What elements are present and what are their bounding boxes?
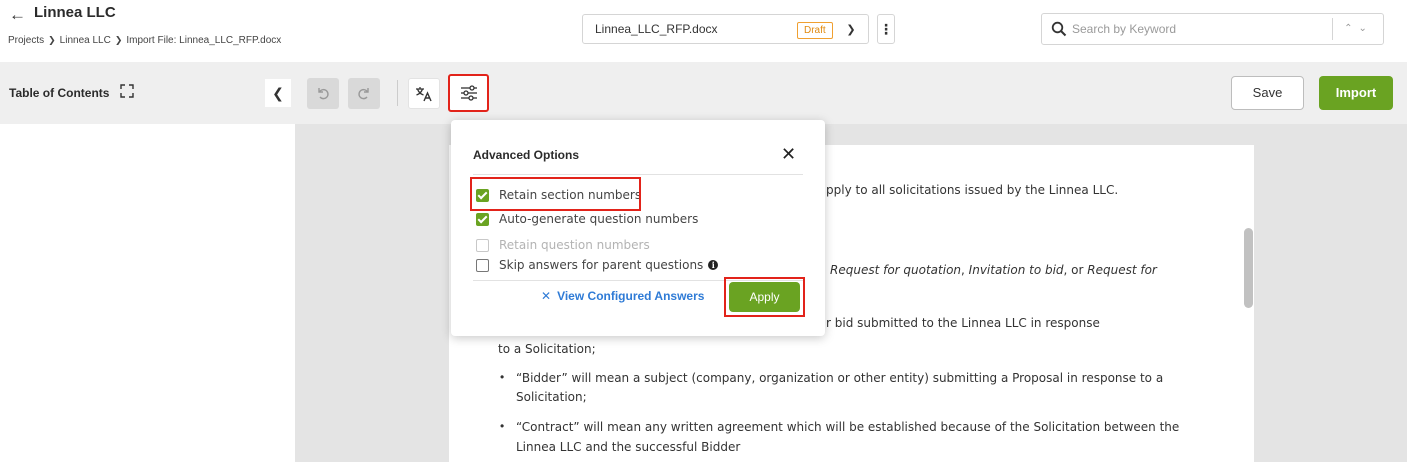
import-button[interactable]: Import <box>1319 76 1393 110</box>
project-title: Linnea LLC <box>34 4 116 21</box>
doc-italic: Request for <box>1087 263 1157 277</box>
option-label: Auto-generate question numbers <box>499 212 699 226</box>
file-name: Linnea_LLC_RFP.docx <box>595 22 718 36</box>
apply-button[interactable]: Apply <box>729 282 800 312</box>
bullet-icon: • <box>500 370 505 384</box>
scrollbar[interactable] <box>1244 228 1253 308</box>
view-configured-answers-link[interactable]: ✕ View Configured Answers <box>541 289 704 303</box>
doc-line: “Contract” will mean any written agreeme… <box>516 420 1180 434</box>
close-x-icon: ✕ <box>541 289 552 303</box>
chevron-down-icon[interactable]: ⌄ <box>1359 23 1373 34</box>
toc-label: Table of Contents <box>9 86 110 100</box>
redo-icon <box>358 88 369 100</box>
checkbox-checked[interactable] <box>476 213 489 226</box>
doc-italic: Request for quotation <box>830 263 962 277</box>
more-options-icon[interactable]: ⋮ <box>877 14 895 44</box>
doc-text: , or <box>1063 263 1088 277</box>
doc-line: pply to all solicitations issued by the … <box>826 183 1119 197</box>
highlight-box <box>470 177 641 211</box>
breadcrumb: Projects ❯ Linnea LLC ❯ Import File: Linnea_… <box>8 35 281 46</box>
toolbar-divider <box>397 80 398 106</box>
search-box: ⌃⌄ <box>1041 13 1384 45</box>
chevron-up-icon[interactable]: ⌃ <box>1344 23 1358 34</box>
option-label: Retain question numbers <box>499 238 650 252</box>
doc-line: Linnea LLC and the successful Bidder <box>516 440 741 454</box>
doc-line: r bid submitted to the Linnea LLC in res… <box>826 316 1100 330</box>
checkbox-unchecked[interactable] <box>476 259 489 272</box>
translate-button[interactable] <box>408 78 440 109</box>
link-label: View Configured Answers <box>557 289 705 303</box>
search-input[interactable] <box>1072 17 1330 41</box>
collapse-sidebar-button[interactable]: ❮ <box>265 79 291 107</box>
divider <box>473 174 803 175</box>
doc-line: “Bidder” will mean a subject (company, o… <box>516 371 1164 385</box>
save-button[interactable]: Save <box>1231 76 1304 110</box>
advanced-options-popup: Advanced Options ✕ Retain section number… <box>451 120 825 336</box>
search-icon <box>1051 21 1067 37</box>
breadcrumb-item-current: Import File: Linnea_LLC_RFP.docx <box>126 35 282 46</box>
redo-button[interactable] <box>348 78 380 109</box>
chevron-right-icon: ❯ <box>114 35 123 45</box>
file-selector[interactable]: Linnea_LLC_RFP.docx Draft ❯ <box>582 14 869 44</box>
expand-icon[interactable] <box>120 84 134 98</box>
popup-title: Advanced Options <box>473 148 580 162</box>
chevron-left-icon: ❮ <box>272 85 284 101</box>
translate-icon <box>416 87 432 102</box>
breadcrumb-item-projects[interactable]: Projects <box>8 35 44 46</box>
bullet-icon: • <box>500 419 505 433</box>
advanced-options-button[interactable] <box>448 74 489 112</box>
close-icon[interactable]: ✕ <box>781 145 796 163</box>
search-navigation: ⌃⌄ <box>1332 18 1384 40</box>
doc-line: Solicitation; <box>516 390 587 404</box>
doc-text: , <box>961 263 969 277</box>
option-label: Skip answers for parent questions i <box>499 258 719 272</box>
doc-line: Request for quotation, Invitation to bid… <box>830 263 1157 277</box>
doc-line: to a Solicitation; <box>498 342 596 356</box>
table-of-contents-panel <box>0 124 295 462</box>
toolbar: Table of Contents ❮ Save Import <box>0 62 1407 124</box>
breadcrumb-item-project[interactable]: Linnea LLC <box>60 35 111 46</box>
sliders-icon <box>460 85 477 101</box>
undo-button[interactable] <box>307 78 339 109</box>
back-arrow-icon[interactable]: ← <box>9 5 26 25</box>
info-icon[interactable]: i <box>708 260 719 270</box>
app-header: ← Linnea LLC Projects ❯ Linnea LLC ❯ Import … <box>0 0 1407 62</box>
option-label-text: Skip answers for parent questions <box>499 258 704 272</box>
doc-italic: Invitation to bid <box>968 263 1064 277</box>
chevron-down-icon[interactable]: ❯ <box>841 20 861 40</box>
undo-icon <box>318 88 329 100</box>
chevron-right-icon: ❯ <box>48 35 56 45</box>
checkbox-disabled <box>476 239 489 252</box>
status-badge: Draft <box>797 22 833 39</box>
